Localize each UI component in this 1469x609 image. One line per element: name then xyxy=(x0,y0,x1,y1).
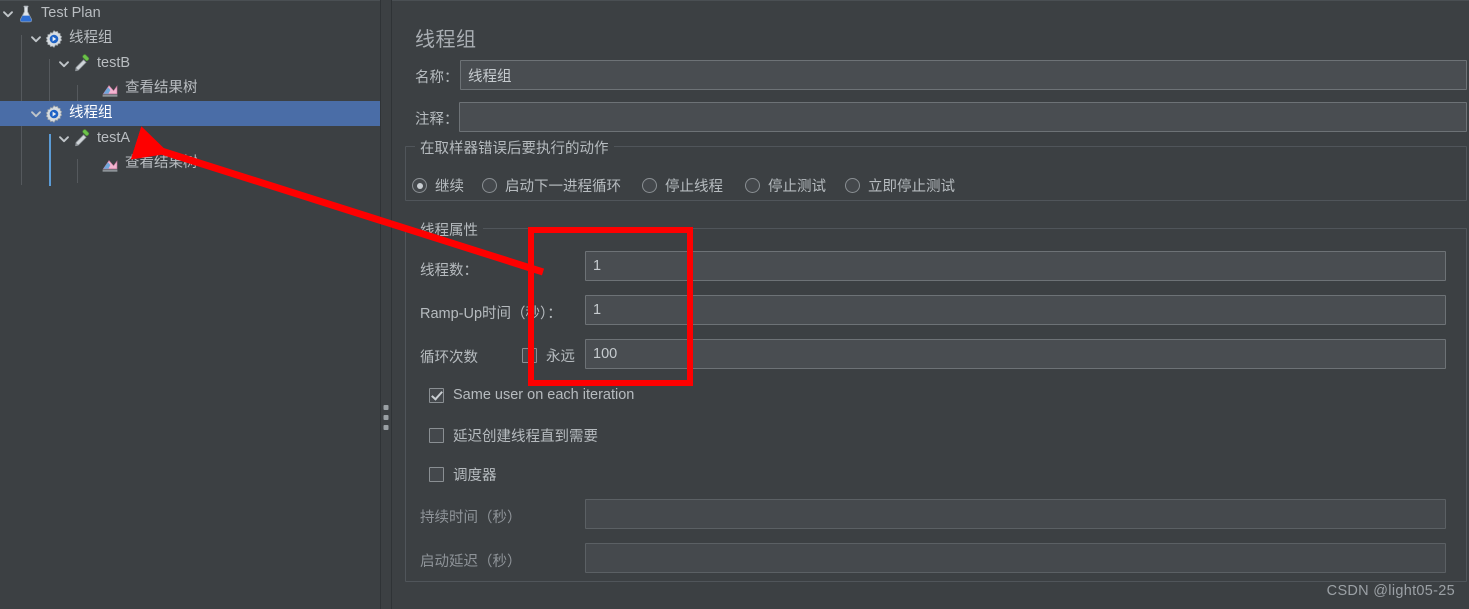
radio-dot-icon xyxy=(412,178,427,193)
tree-node-label: 线程组 xyxy=(69,30,113,46)
tree-node-label: 查看结果树 xyxy=(125,80,198,96)
radio-dot-icon xyxy=(745,178,760,193)
radio-dot-icon xyxy=(642,178,657,193)
duration-label: 持续时间（秒） xyxy=(420,510,522,526)
results-tree-icon xyxy=(100,154,120,174)
radio-label: 启动下一进程循环 xyxy=(505,179,621,195)
name-label: 名称： xyxy=(415,70,459,86)
pipette-icon xyxy=(72,128,92,149)
pipette-icon xyxy=(72,53,92,74)
checkbox-label: 延迟创建线程直到需要 xyxy=(453,429,598,445)
duration-input[interactable] xyxy=(585,499,1446,529)
thread-count-label: 线程数： xyxy=(420,263,478,279)
sampler-error-group-title: 在取样器错误后要执行的动作 xyxy=(415,137,614,158)
comment-label: 注释： xyxy=(415,112,459,128)
checkbox-label: Same user on each iteration xyxy=(453,387,635,403)
comment-input[interactable] xyxy=(459,102,1467,132)
chevron-down-icon[interactable] xyxy=(28,26,44,51)
thread-group-editor: 线程组 名称： 注释： 在取样器错误后要执行的动作 继续 启动下一进程循环 停止线程… xyxy=(392,0,1469,609)
tree-node-label: testA xyxy=(97,130,131,146)
tree-node-label: 查看结果树 xyxy=(125,155,198,171)
radio-label: 停止测试 xyxy=(768,179,826,195)
tree-node-2[interactable]: 线程组 xyxy=(0,26,380,51)
radio-sampler-error-5[interactable]: 立即停止测试 xyxy=(845,175,955,196)
gear-icon xyxy=(44,104,64,124)
checkbox-box-icon xyxy=(429,387,444,403)
tree-node-4[interactable]: 查看结果树 xyxy=(0,76,380,101)
tree-node-label: testB xyxy=(97,55,131,71)
chevron-down-icon[interactable] xyxy=(56,126,72,151)
startup-delay-input[interactable] xyxy=(585,543,1446,573)
thread-option-checkbox-1[interactable]: Same user on each iteration xyxy=(429,387,634,403)
tree-node-list[interactable]: Test Plan 线程组 testB 查看结果树 线程组 testA 查看结果树 xyxy=(0,1,380,176)
radio-label: 继续 xyxy=(435,179,464,195)
tree-node-5[interactable]: 线程组 xyxy=(0,101,380,126)
radio-sampler-error-4[interactable]: 停止测试 xyxy=(745,175,826,196)
watermark: CSDN @light05-25 xyxy=(1326,583,1455,599)
forever-checkbox[interactable]: 永远 xyxy=(522,345,575,366)
checkbox-box-icon xyxy=(522,348,537,363)
splitter-grip-icon xyxy=(383,405,389,435)
tree-node-label: 线程组 xyxy=(69,105,113,121)
tree-node-7[interactable]: 查看结果树 xyxy=(0,151,380,176)
chevron-down-icon[interactable] xyxy=(0,1,16,26)
checkbox-box-icon xyxy=(429,467,444,482)
thread-option-checkbox-2[interactable]: 延迟创建线程直到需要 xyxy=(429,425,598,446)
tree-node-1[interactable]: Test Plan xyxy=(0,1,380,26)
panel-splitter[interactable] xyxy=(380,0,392,609)
checkbox-box-icon xyxy=(429,428,444,443)
checkbox-label: 调度器 xyxy=(453,468,497,484)
forever-label: 永远 xyxy=(546,349,575,365)
radio-label: 立即停止测试 xyxy=(868,179,955,195)
thread-option-checkbox-3[interactable]: 调度器 xyxy=(429,464,497,485)
radio-dot-icon xyxy=(482,178,497,193)
ramp-up-label: Ramp-Up时间（秒）： xyxy=(420,306,562,322)
chevron-down-icon[interactable] xyxy=(28,101,44,126)
loop-count-input[interactable] xyxy=(585,339,1446,369)
tree-node-3[interactable]: testB xyxy=(0,51,380,76)
radio-label: 停止线程 xyxy=(665,179,723,195)
radio-sampler-error-2[interactable]: 启动下一进程循环 xyxy=(482,175,621,196)
tree-node-6[interactable]: testA xyxy=(0,126,380,151)
ramp-up-input[interactable] xyxy=(585,295,1446,325)
flask-icon xyxy=(16,4,36,24)
page-title: 线程组 xyxy=(415,29,477,51)
radio-sampler-error-1[interactable]: 继续 xyxy=(412,175,464,196)
jmeter-window: Test Plan 线程组 testB 查看结果树 线程组 testA 查看结果树 线程组 … xyxy=(0,0,1469,609)
startup-delay-label: 启动延迟（秒） xyxy=(420,554,522,570)
test-plan-tree-panel[interactable]: Test Plan 线程组 testB 查看结果树 线程组 testA 查看结果树 xyxy=(0,0,380,609)
name-input[interactable] xyxy=(460,60,1467,90)
loop-count-label: 循环次数 xyxy=(420,350,478,366)
thread-properties-group-title: 线程属性 xyxy=(415,219,483,240)
radio-dot-icon xyxy=(845,178,860,193)
chevron-down-icon[interactable] xyxy=(56,51,72,76)
radio-sampler-error-3[interactable]: 停止线程 xyxy=(642,175,723,196)
gear-icon xyxy=(44,29,64,49)
tree-node-label: Test Plan xyxy=(41,5,101,21)
thread-count-input[interactable] xyxy=(585,251,1446,281)
results-tree-icon xyxy=(100,79,120,99)
